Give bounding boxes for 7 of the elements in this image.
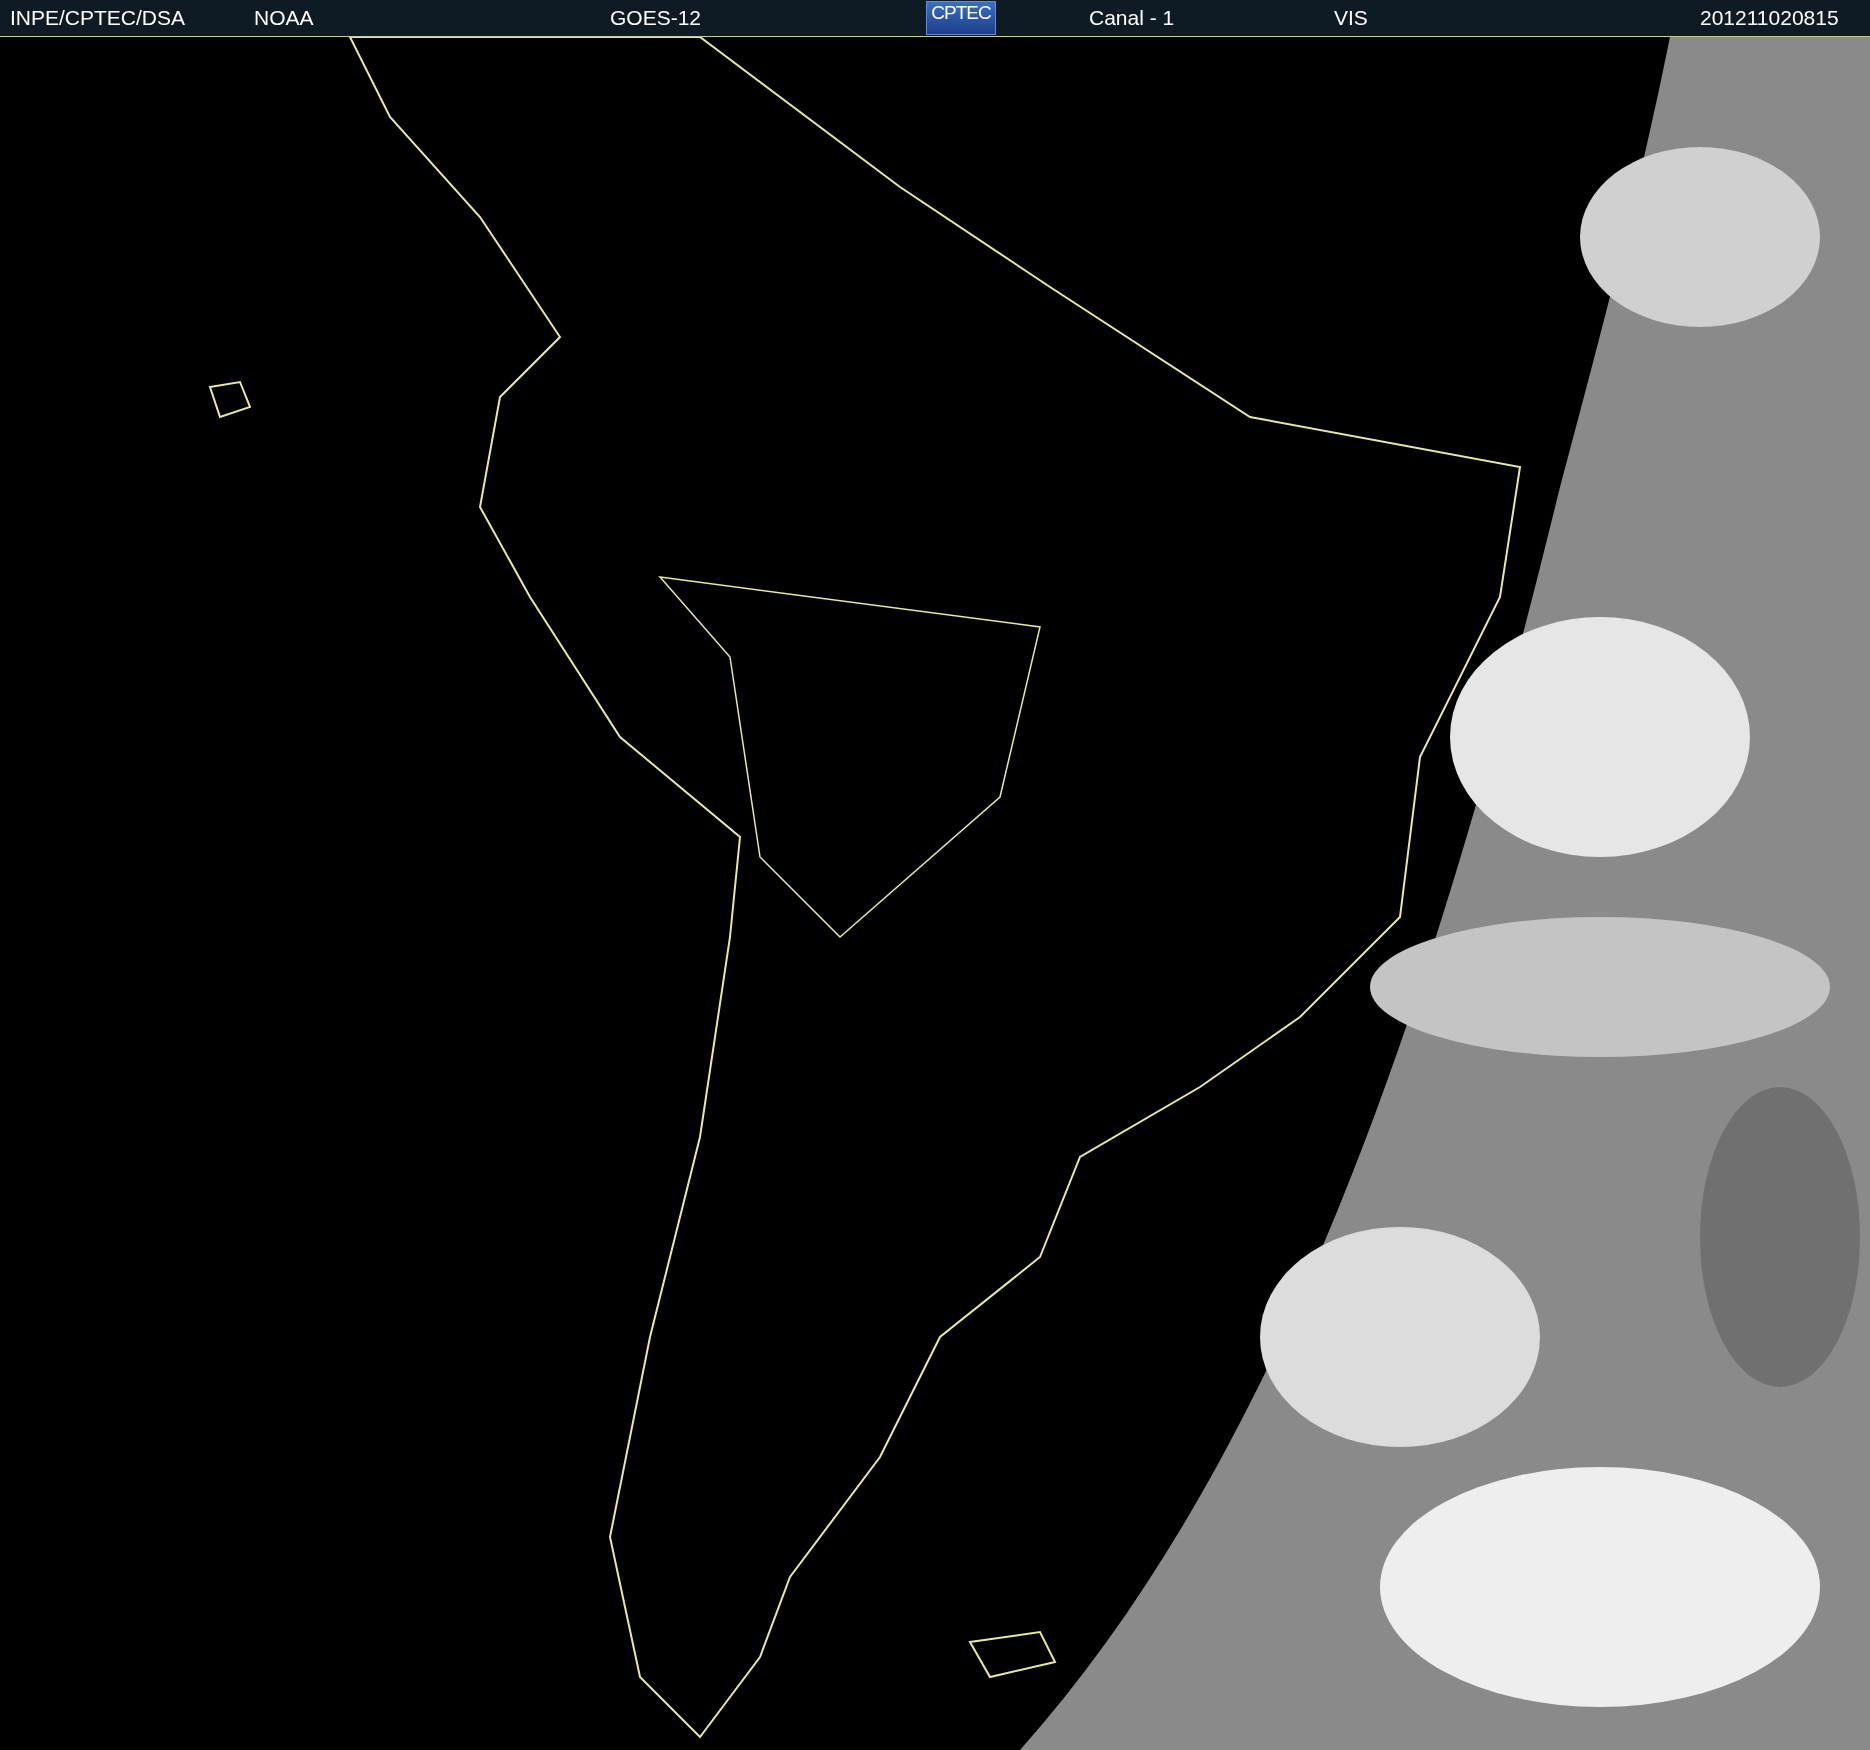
logo: CPTEC	[926, 1, 996, 35]
header-label: 201211020815	[1700, 6, 1839, 30]
header-label: GOES-12	[610, 6, 702, 30]
header-label: VIS	[1334, 6, 1368, 30]
header-label: NOAA	[254, 6, 314, 30]
header-label: INPE/CPTEC/DSA	[10, 6, 186, 30]
header-label: Canal - 1	[1089, 6, 1175, 30]
